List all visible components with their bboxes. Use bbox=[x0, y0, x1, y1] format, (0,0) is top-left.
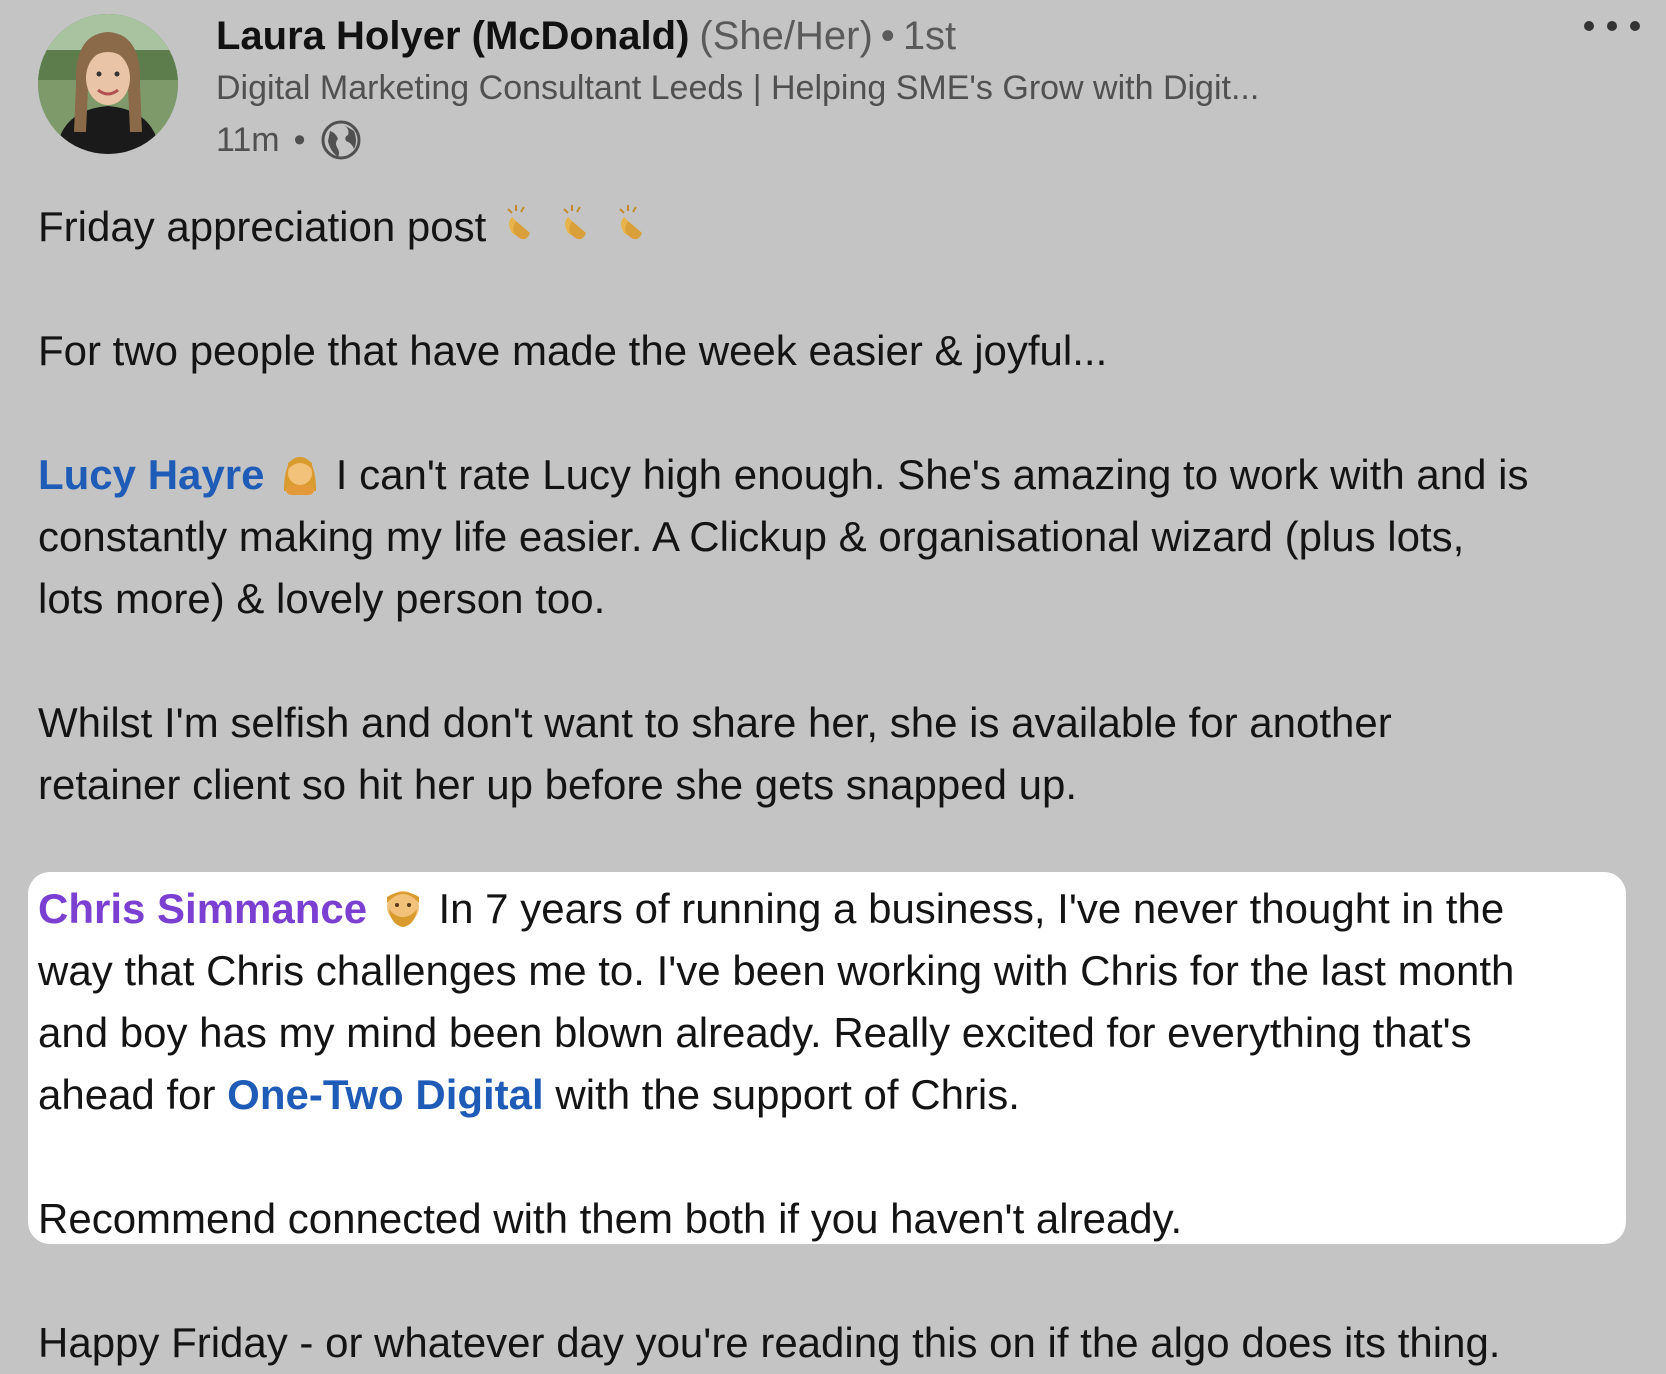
lucy-text-1: I can't rate Lucy high enough. She's ama… bbox=[335, 451, 1529, 498]
post-meta: 11m • bbox=[216, 114, 1596, 166]
author-headline: Digital Marketing Consultant Leeds | Hel… bbox=[216, 69, 1260, 107]
post-header: Laura Holyer (McDonald) (She/Her) • 1st Dig… bbox=[216, 10, 1596, 166]
mention-lucy-hayre[interactable]: Lucy Hayre bbox=[38, 451, 264, 498]
closing-line: Happy Friday - or whatever day you're re… bbox=[38, 1319, 1501, 1366]
chris-paragraph-line-3: and boy has my mind been blown already. … bbox=[38, 1009, 1472, 1056]
chris-paragraph-line-4: ahead for One-Two Digital with the suppo… bbox=[38, 1064, 1020, 1126]
more-dot bbox=[1607, 21, 1617, 31]
chris-text-4b: with the support of Chris. bbox=[555, 1071, 1020, 1118]
mention-one-two-digital[interactable]: One-Two Digital bbox=[227, 1071, 544, 1118]
chris-paragraph-line-2: way that Chris challenges me to. I've be… bbox=[38, 947, 1515, 994]
post-line-2: For two people that have made the week e… bbox=[38, 327, 1108, 374]
more-horizontal-icon bbox=[1584, 21, 1594, 31]
post-line-1: Friday appreciation post bbox=[38, 196, 666, 264]
whilst-paragraph-line-2: retainer client so hit her up before she… bbox=[38, 761, 1078, 808]
lucy-paragraph-line-2: constantly making my life easier. A Clic… bbox=[38, 513, 1465, 560]
more-options-button[interactable] bbox=[1584, 14, 1640, 38]
meta-separator: • bbox=[293, 121, 306, 159]
author-avatar[interactable] bbox=[38, 14, 178, 154]
lucy-paragraph-line-3: lots more) & lovely person too. bbox=[38, 575, 606, 622]
post-intro-text: Friday appreciation post bbox=[38, 203, 487, 250]
lucy-paragraph-line-1: Lucy Hayre I can't rate Lucy high enough… bbox=[38, 444, 1529, 512]
man-beard-emoji bbox=[383, 884, 423, 946]
author-pronouns: (She/Her) bbox=[699, 14, 873, 58]
post-timestamp[interactable]: 11m bbox=[216, 114, 280, 166]
globe-icon bbox=[320, 119, 362, 161]
recommend-line: Recommend connected with them both if yo… bbox=[38, 1195, 1183, 1242]
more-dot bbox=[1630, 21, 1640, 31]
whilst-paragraph-line-1: Whilst I'm selfish and don't want to sha… bbox=[38, 699, 1392, 746]
name-separator: • bbox=[880, 14, 895, 58]
chris-paragraph-line-1: Chris Simmance In 7 years of running a b… bbox=[38, 878, 1504, 946]
chris-text-4a: ahead for bbox=[38, 1071, 216, 1118]
chris-text-1: In 7 years of running a business, I've n… bbox=[438, 885, 1505, 932]
connection-degree: 1st bbox=[902, 14, 957, 58]
author-name[interactable]: Laura Holyer (McDonald) bbox=[216, 14, 689, 58]
clapping-hands-emoji bbox=[614, 202, 662, 264]
clapping-hands-emoji bbox=[502, 202, 550, 264]
clapping-hands-emoji bbox=[558, 202, 606, 264]
feed-post: Laura Holyer (McDonald) (She/Her) • 1st Dig… bbox=[0, 0, 1666, 1374]
mention-chris-simmance[interactable]: Chris Simmance bbox=[38, 885, 367, 932]
author-name-row: Laura Holyer (McDonald) (She/Her) • 1st bbox=[216, 10, 1596, 62]
woman-emoji bbox=[280, 450, 320, 512]
